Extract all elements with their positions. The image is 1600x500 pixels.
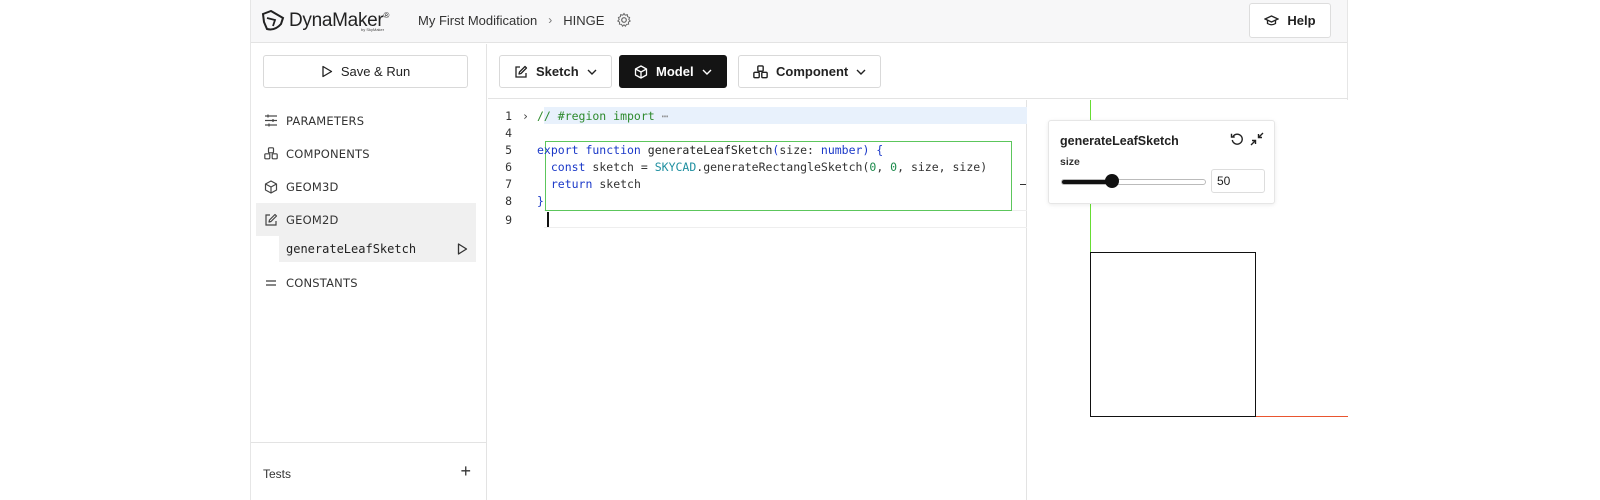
sliders-icon (265, 114, 277, 127)
help-label: Help (1287, 13, 1316, 28)
parameter-panel: generateLeafSketch size 50 (1048, 120, 1275, 204)
add-test-plus-icon[interactable]: + (460, 461, 471, 482)
text-caret (547, 212, 549, 227)
save-run-button[interactable]: Save & Run (263, 55, 468, 88)
help-button[interactable]: Help (1249, 3, 1331, 38)
line-number: 4 (505, 125, 512, 140)
sidebar-item-label: PARAMETERS (286, 113, 365, 128)
gear-icon[interactable] (616, 12, 632, 28)
sidebar-item-label: CONSTANTS (286, 275, 358, 290)
breadcrumb-component[interactable]: HINGE (563, 13, 604, 28)
sidebar-item-components[interactable]: COMPONENTS (256, 137, 476, 170)
code-text: return sketch (550, 176, 641, 191)
components-icon (264, 147, 278, 160)
line-number: 6 (505, 159, 512, 174)
code-line[interactable]: 9 (488, 211, 1027, 228)
line-number: 8 (505, 193, 512, 208)
leaf-sketch-rectangle (1090, 252, 1256, 417)
size-param-label: size (1060, 156, 1080, 168)
sidebar: Save & Run PARAMETERS COMPONENTS GEOM3D … (251, 44, 487, 500)
components-icon (753, 64, 768, 78)
panel-actions (1230, 132, 1264, 146)
reset-icon[interactable] (1230, 132, 1244, 146)
code-line[interactable]: 7 return sketch (488, 175, 1027, 192)
sidebar-subitem-generate-leaf-sketch[interactable]: generateLeafSketch (279, 236, 476, 262)
x-axis-line (1255, 416, 1348, 417)
chevron-right-icon: › (548, 13, 553, 27)
sidebar-nav: PARAMETERS COMPONENTS GEOM3D GEOM2D gene… (256, 104, 476, 299)
sidebar-item-geom2d[interactable]: GEOM2D (256, 203, 476, 236)
size-slider-track[interactable] (1061, 179, 1206, 185)
line-number: 5 (505, 142, 512, 157)
line-number: 1 (505, 108, 512, 123)
code-line[interactable]: 8 } (488, 192, 1027, 209)
dynamaker-logo[interactable]: DynaMaker® by SkyMaker (261, 7, 389, 35)
logo-mark-icon (261, 10, 285, 31)
edit-icon (515, 65, 528, 78)
breadcrumb-project[interactable]: My First Modification (418, 13, 537, 28)
line-number: 7 (505, 176, 512, 191)
subitem-label: generateLeafSketch (286, 242, 417, 256)
line-number: 9 (505, 212, 512, 227)
save-run-label: Save & Run (340, 64, 411, 79)
panel-title: generateLeafSketch (1060, 134, 1179, 148)
editor-toolbar: Sketch Model Component (488, 44, 1348, 99)
equals-icon (266, 279, 276, 286)
edit-icon (265, 213, 278, 226)
tests-section: Tests + (251, 442, 487, 500)
logo-subtitle: by SkyMaker (361, 27, 385, 32)
sidebar-item-label: COMPONENTS (286, 146, 370, 161)
component-dropdown-button[interactable]: Component (738, 55, 882, 88)
cube-icon (264, 179, 278, 194)
size-slider-thumb[interactable] (1104, 174, 1119, 188)
code-line[interactable]: 4 (488, 124, 1027, 141)
code-text: } (537, 193, 544, 208)
sketch-viewport[interactable]: generateLeafSketch size 50 (1028, 100, 1348, 500)
sidebar-item-parameters[interactable]: PARAMETERS (256, 104, 476, 137)
chevron-down-icon (702, 69, 712, 75)
collapse-icon[interactable] (1250, 132, 1264, 146)
chevron-down-icon (587, 69, 597, 75)
breadcrumb: My First Modification › HINGE (418, 12, 632, 28)
sketch-label: Sketch (536, 64, 579, 79)
fold-chevron-icon[interactable]: › (522, 109, 537, 123)
sidebar-item-constants[interactable]: CONSTANTS (256, 266, 476, 299)
run-function-play-icon[interactable] (457, 243, 468, 255)
model-label: Model (656, 64, 694, 79)
sketch-dropdown-button[interactable]: Sketch (499, 55, 612, 88)
sidebar-item-label: GEOM2D (286, 212, 339, 227)
sidebar-item-geom3d[interactable]: GEOM3D (256, 170, 476, 203)
code-text: // #region import ⋯ (537, 108, 669, 123)
chevron-down-icon (856, 69, 866, 75)
code-line[interactable]: 5 export function generateLeafSketch(siz… (488, 141, 1027, 158)
code-line[interactable]: 6 const sketch = SKYCAD.generateRectangl… (488, 158, 1027, 175)
code-text: const sketch = SKYCAD.generateRectangleS… (550, 159, 988, 174)
component-label: Component (776, 64, 849, 79)
tests-label: Tests (263, 467, 292, 481)
code-line[interactable]: 1 › // #region import ⋯ (488, 107, 1027, 124)
code-editor[interactable]: 1 › // #region import ⋯ 4 5 export funct… (488, 100, 1027, 500)
play-icon (322, 65, 332, 78)
size-number-input[interactable]: 50 (1211, 169, 1265, 193)
cube-icon (634, 64, 648, 79)
graduation-cap-icon (1264, 14, 1280, 25)
app-window: DynaMaker® by SkyMaker My First Modifica… (250, 0, 1348, 500)
sidebar-item-label: GEOM3D (286, 179, 339, 194)
code-text: export function generateLeafSketch(size:… (537, 142, 884, 157)
overflow-marker (1020, 184, 1026, 185)
model-dropdown-button[interactable]: Model (619, 55, 727, 88)
top-header: DynaMaker® by SkyMaker My First Modifica… (251, 0, 1347, 43)
